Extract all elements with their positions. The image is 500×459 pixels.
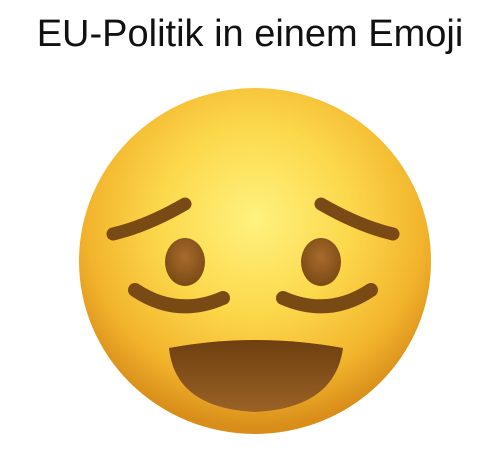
right-eye [301, 238, 341, 286]
meme-caption: EU-Politik in einem Emoji [36, 13, 464, 55]
awkward-smiling-face-emoji-icon [79, 88, 431, 434]
left-eye [165, 238, 205, 286]
meme-image: EU-Politik in einem Emoji [0, 0, 500, 459]
